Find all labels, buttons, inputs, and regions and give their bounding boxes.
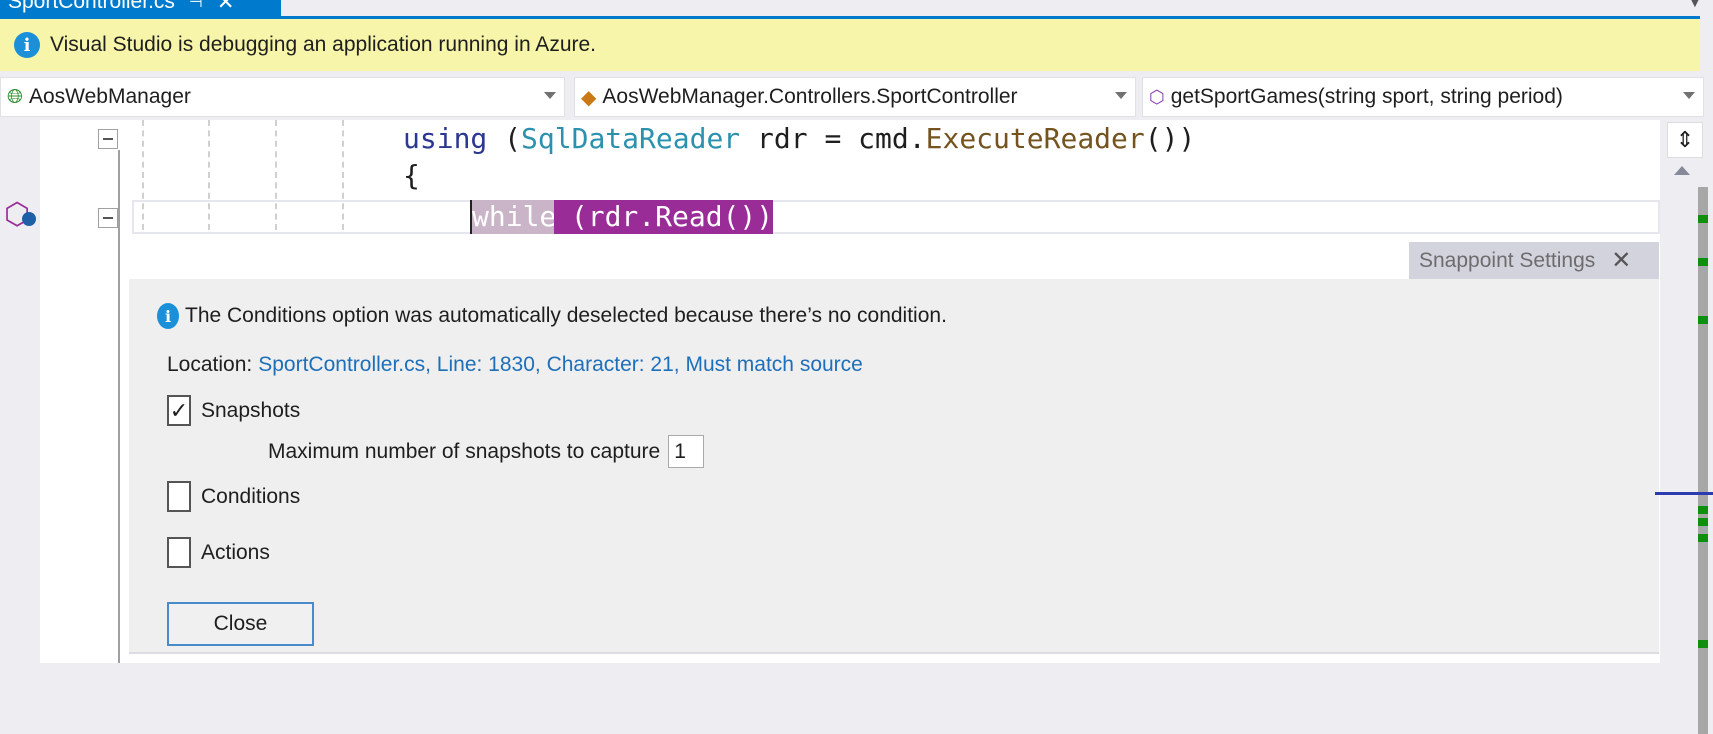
snappoint-icon[interactable]: ⬡ <box>4 200 36 230</box>
web-project-icon: 🌐︎ <box>7 85 23 108</box>
info-icon: i <box>14 32 40 58</box>
location-link[interactable]: SportController.cs, Line: 1830, Characte… <box>258 353 863 377</box>
member-dropdown[interactable]: ⬡ getSportGames(string sport, string per… <box>1142 77 1704 117</box>
code-highlight[interactable]: (rdr.Read()) <box>554 200 774 234</box>
scroll-up-icon[interactable] <box>1674 166 1690 175</box>
snapshots-checkbox[interactable]: ✓ <box>167 395 191 426</box>
info-bar: i Visual Studio is debugging an applicat… <box>0 19 1700 71</box>
change-marker <box>1698 506 1708 514</box>
info-icon: i <box>157 303 179 329</box>
class-icon: ◆ <box>581 86 597 109</box>
class-dropdown[interactable]: ◆ AosWebManager.Controllers.SportControl… <box>574 77 1136 117</box>
actions-label: Actions <box>201 540 270 564</box>
close-button[interactable]: Close <box>167 602 314 646</box>
close-icon[interactable]: ✕ <box>217 0 235 15</box>
collapse-toggle[interactable] <box>98 129 118 149</box>
chevron-down-icon <box>544 92 556 99</box>
change-marker <box>1698 258 1708 266</box>
tab-title: SportController.cs <box>8 0 175 13</box>
change-marker <box>1698 534 1708 542</box>
pin-icon[interactable]: ⊣ <box>189 0 203 12</box>
split-window-icon[interactable]: ⇕ <box>1667 122 1703 158</box>
snappoint-title: Snappoint Settings <box>1419 248 1596 272</box>
change-marker <box>1698 316 1708 324</box>
project-label: AosWebManager <box>29 85 191 108</box>
vertical-scrollbar[interactable]: ⇕ <box>1655 120 1713 734</box>
change-marker <box>1698 640 1708 648</box>
max-snapshots-label: Maximum number of snapshots to capture <box>268 439 661 463</box>
project-dropdown[interactable]: 🌐︎ AosWebManager <box>0 77 565 117</box>
snappoint-settings-header: Snappoint Settings ✕ <box>1409 242 1659 279</box>
outline-line <box>118 150 120 663</box>
method-icon: ⬡ <box>1149 86 1165 107</box>
code-line[interactable]: { <box>403 157 420 194</box>
chevron-down-icon <box>1115 92 1127 99</box>
member-label: getSportGames(string sport, string perio… <box>1170 85 1563 108</box>
class-label: AosWebManager.Controllers.SportControlle… <box>602 85 1018 108</box>
max-snapshots-input[interactable]: 1 <box>668 435 705 468</box>
tab-overflow-icon[interactable]: ▼ <box>1688 0 1702 10</box>
info-message: Visual Studio is debugging an applicatio… <box>50 33 596 56</box>
snapshots-label: Snapshots <box>201 398 301 422</box>
notice-text: The Conditions option was automatically … <box>185 304 947 327</box>
current-line <box>132 200 1660 234</box>
change-marker <box>1698 518 1708 526</box>
change-marker <box>1698 215 1708 223</box>
scroll-position-marker <box>1655 492 1713 495</box>
conditions-label: Conditions <box>201 484 301 508</box>
location-label: Location: <box>167 353 253 376</box>
actions-checkbox[interactable] <box>167 537 191 568</box>
code-line[interactable]: using (SqlDataReader rdr = cmd.ExecuteRe… <box>403 120 1195 157</box>
conditions-checkbox[interactable] <box>167 481 191 512</box>
close-icon[interactable]: ✕ <box>1611 246 1631 275</box>
collapse-toggle[interactable] <box>98 208 118 228</box>
snappoint-settings-panel: i The Conditions option was automaticall… <box>129 279 1659 654</box>
tab-sportcontroller[interactable]: SportController.cs ⊣ ✕ <box>0 0 281 16</box>
code-keyword-highlight[interactable]: while <box>470 200 557 234</box>
chevron-down-icon <box>1683 92 1695 99</box>
